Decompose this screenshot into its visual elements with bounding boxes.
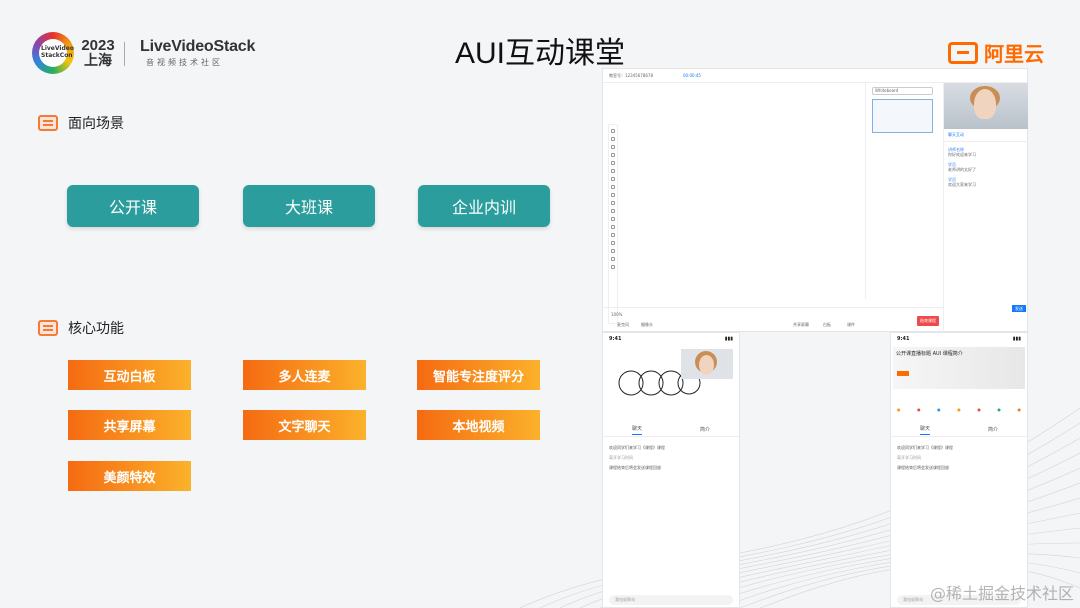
mobile-classroom-preview-right: 9:41 ▮▮▮ 公开课直播标题 AUI 课程简介 ● ● ● ● ● ● ● 聊天 简介 …	[890, 332, 1028, 608]
feature-screen-share: 共享屏幕	[68, 410, 191, 440]
teacher-video-pip	[681, 349, 733, 379]
section-features-label: 核心功能	[68, 321, 124, 337]
tab-chat[interactable]: 聊天	[631, 425, 642, 435]
feature-whiteboard: 互动白板	[68, 360, 191, 390]
phone-status-bar: 9:41 ▮▮▮	[891, 333, 1027, 345]
feature-text-chat: 文字聊天	[243, 410, 366, 440]
phone-chat-messages: 欢迎同学们来学习《课程》课程 离开学习时间 课程结束后将会发送课程回放	[897, 445, 953, 470]
phone-time: 9:41	[609, 336, 622, 342]
emoji-row: ● ● ● ● ● ● ●	[897, 407, 1021, 412]
desktop-bottom-bar: 100% 麦克风 摄像头 共享屏幕 白板 课件	[603, 307, 943, 331]
end-class-button[interactable]: 结束课程	[917, 316, 939, 326]
mobile-classroom-preview-left: 9:41 ▮▮▮ 聊天 简介 欢迎同学们来学习《课程》课程 离开学习时间 课程结…	[602, 332, 740, 608]
brand-name: 阿里云	[984, 42, 1044, 66]
feature-beauty-effects: 美颜特效	[68, 461, 191, 491]
battery-icon: ▮▮▮	[724, 336, 733, 342]
chat-input[interactable]: 我也说两句	[609, 595, 733, 605]
scenario-large-class: 大班课	[243, 185, 375, 227]
slide-title: AUI互动课堂	[454, 37, 625, 70]
send-button[interactable]: 发送	[1012, 305, 1026, 312]
section-scenarios: 面向场景	[38, 113, 124, 133]
conference-logo-text: LiveVideo StackCon	[41, 45, 74, 59]
desktop-sidebar: 聊天互动 讲师名称 你好欢迎来学习 学员 老师讲的太好了 学员 欢迎大家来学习 发送	[943, 83, 1028, 332]
feature-focus-score: 智能专注度评分	[417, 360, 540, 390]
aliyun-icon	[948, 41, 978, 64]
feature-local-video: 本地视频	[417, 410, 540, 440]
whiteboard-button[interactable]: 白板	[823, 322, 831, 328]
whiteboard-select[interactable]: Whiteboard	[872, 87, 933, 95]
zoom-level: 100%	[611, 312, 623, 317]
banner-title: 公开课直播标题 AUI 课程简介	[896, 351, 963, 357]
scenario-public-class: 公开课	[67, 185, 199, 227]
scenario-corporate-training: 企业内训	[418, 185, 550, 227]
class-timer: 00:00:45	[683, 73, 701, 78]
tab-intro[interactable]: 简介	[700, 426, 710, 433]
courseware-button[interactable]: 课件	[847, 322, 855, 328]
desktop-classroom-preview: 教室号：12345678678 00:00:45 Whiteboard 聊天互动…	[602, 68, 1028, 332]
brand-logo: 阿里云	[948, 38, 1044, 67]
camera-button[interactable]: 摄像头	[641, 322, 653, 328]
phone-status-bar: 9:41 ▮▮▮	[603, 333, 739, 345]
phone-time: 9:41	[897, 336, 910, 342]
chat-messages: 讲师名称 你好欢迎来学习 学员 老师讲的太好了 学员 欢迎大家来学习	[948, 147, 976, 187]
teacher-video	[944, 83, 1028, 129]
phone-chat-messages: 欢迎同学们来学习《课程》课程 离开学习时间 课程结束后将会发送课程回放	[609, 445, 665, 470]
tab-chat[interactable]: 聊天	[919, 425, 930, 435]
slides-icon	[38, 320, 58, 336]
class-id: 教室号：12345678678	[609, 72, 653, 78]
section-features: 核心功能	[38, 318, 124, 338]
share-screen-button[interactable]: 共享屏幕	[793, 322, 809, 328]
whiteboard-page-thumb[interactable]	[872, 99, 933, 133]
slide: LiveVideo StackCon 2023 上海 LiveVideoStac…	[0, 0, 1080, 608]
course-banner: 公开课直播标题 AUI 课程简介	[893, 347, 1025, 389]
feature-multi-mic: 多人连麦	[243, 360, 366, 390]
desktop-topbar: 教室号：12345678678 00:00:45	[603, 69, 1027, 83]
battery-icon: ▮▮▮	[1012, 336, 1021, 342]
whiteboard-pages: Whiteboard	[865, 83, 939, 299]
chat-tab[interactable]: 聊天互动	[944, 129, 1028, 142]
tab-intro[interactable]: 简介	[988, 426, 998, 433]
banner-button	[897, 371, 909, 376]
slides-icon	[38, 115, 58, 131]
phone-tabs: 聊天 简介	[891, 423, 1027, 437]
phone-tabs: 聊天 简介	[603, 423, 739, 437]
section-scenarios-label: 面向场景	[68, 116, 124, 132]
whiteboard-toolbar[interactable]	[608, 124, 618, 324]
mic-button[interactable]: 麦克风	[617, 322, 629, 328]
watermark: @稀土掘金技术社区	[929, 584, 1074, 603]
